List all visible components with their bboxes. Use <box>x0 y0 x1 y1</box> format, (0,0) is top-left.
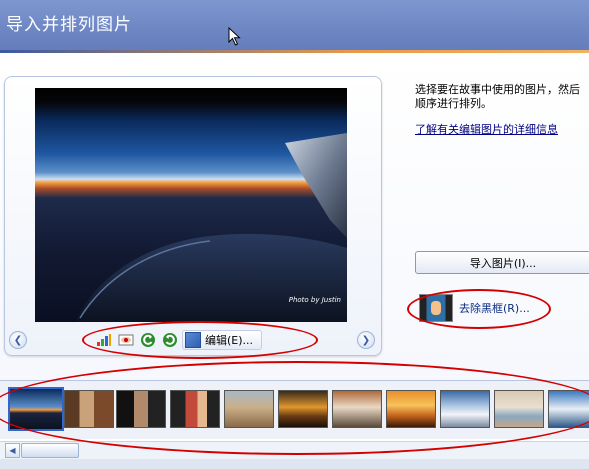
window-title: 导入并排列图片 <box>6 15 132 35</box>
instructions-text: 选择要在故事中使用的图片，然后 顺序进行排列。 <box>415 83 589 111</box>
chevron-right-icon: ❯ <box>361 334 371 346</box>
edit-button[interactable]: 编辑(E)... <box>182 330 263 350</box>
instructions-line-2: 顺序进行排列。 <box>415 97 492 110</box>
import-pictures-button[interactable]: 导入图片(I)... <box>415 251 589 274</box>
remove-borders-label: 去除黑框(R)... <box>459 302 530 315</box>
edit-label: 编辑(E)... <box>205 334 254 347</box>
rotate-left-icon <box>141 333 155 347</box>
filmstrip-thumb-people-1[interactable] <box>64 390 114 428</box>
photo-credit: Photo by Justin <box>288 296 341 304</box>
remove-borders-button[interactable]: 去除黑框(R)... <box>419 294 530 322</box>
instructions-line-1: 选择要在故事中使用的图片，然后 <box>415 83 580 96</box>
red-eye-button[interactable] <box>116 330 136 350</box>
previous-photo-button[interactable]: ❮ <box>9 331 27 349</box>
filmstrip-thumb-ocean-snow[interactable] <box>440 390 490 428</box>
edit-icon <box>185 332 201 348</box>
scroll-left-icon: ◀ <box>9 446 16 455</box>
filmstrip-thumb-sea-landscape[interactable] <box>494 390 544 428</box>
filmstrip-thumb-people-2[interactable] <box>116 390 166 428</box>
red-eye-icon <box>118 334 134 346</box>
color-levels-button[interactable] <box>94 330 114 350</box>
color-levels-icon <box>97 334 111 346</box>
bottom-bar <box>0 459 589 469</box>
rotate-left-button[interactable] <box>138 330 158 350</box>
filmstrip-thumb-airplane-sunset[interactable] <box>8 387 64 431</box>
filmstrip-thumb-sunset-2[interactable] <box>386 390 436 428</box>
rotate-right-button[interactable] <box>160 330 180 350</box>
filmstrip-thumb-desert[interactable] <box>224 390 274 428</box>
help-link[interactable]: 了解有关编辑图片的详细信息 <box>415 121 558 137</box>
mouse-cursor-icon <box>228 27 241 46</box>
remove-borders-icon <box>419 294 453 322</box>
next-photo-button[interactable]: ❯ <box>357 331 375 349</box>
filmstrip-thumb-boat[interactable] <box>548 390 589 428</box>
import-label: 导入图片(I)... <box>469 256 537 270</box>
filmstrip-thumb-village[interactable] <box>332 390 382 428</box>
filmstrip-scrollbar[interactable] <box>0 441 589 459</box>
title-bar: 导入并排列图片 <box>0 0 589 50</box>
scrollbar-thumb[interactable] <box>21 443 79 458</box>
filmstrip-thumb-people-3[interactable] <box>170 390 220 428</box>
rotate-right-icon <box>163 333 177 347</box>
chevron-left-icon: ❮ <box>13 334 23 346</box>
filmstrip-thumb-sunset-1[interactable] <box>278 390 328 428</box>
scroll-left-button[interactable]: ◀ <box>5 443 20 458</box>
preview-photo: Photo by Justin <box>35 88 347 322</box>
photo-toolbar: 编辑(E)... <box>94 329 300 351</box>
